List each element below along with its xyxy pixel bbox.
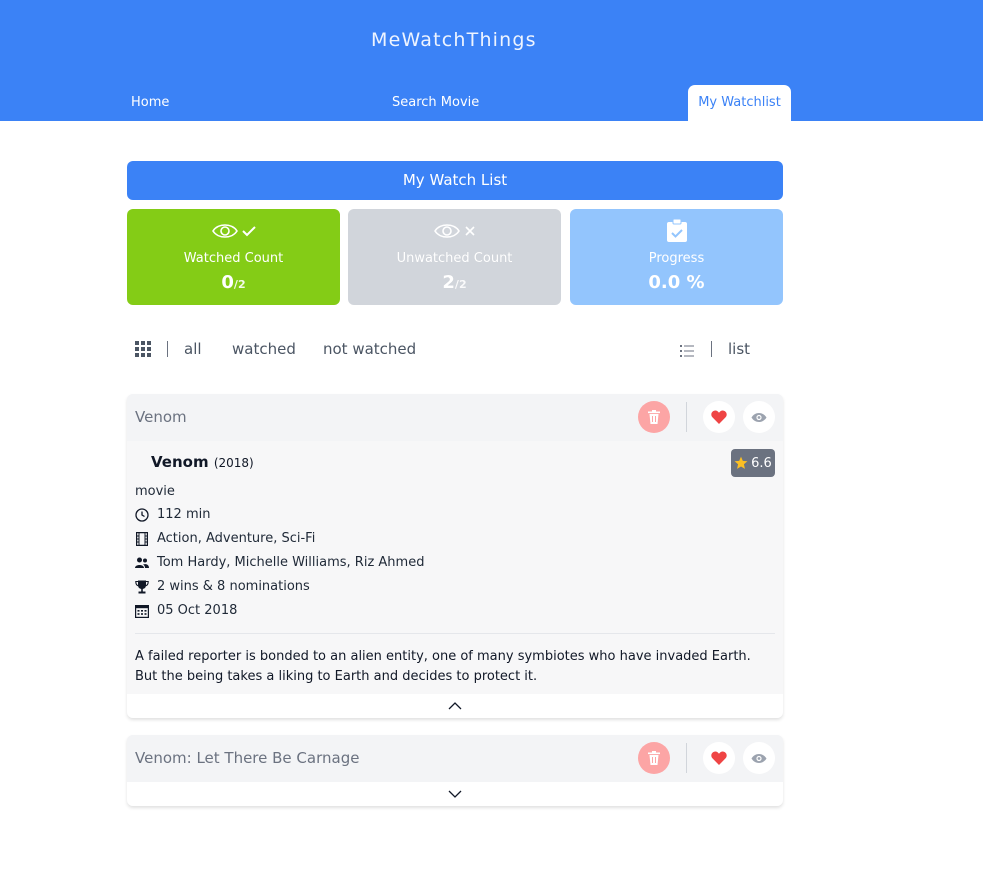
collapse-button[interactable] bbox=[127, 694, 783, 718]
details-divider bbox=[135, 633, 775, 634]
list-view-icon[interactable] bbox=[680, 343, 694, 361]
section-title: My Watch List bbox=[127, 161, 783, 200]
unwatched-count-value: 2/2 bbox=[348, 272, 561, 293]
runtime-text: 112 min bbox=[157, 507, 211, 522]
nav-tab-my-watchlist[interactable]: My Watchlist bbox=[688, 85, 791, 121]
trash-icon bbox=[648, 410, 660, 424]
movie-type: movie bbox=[135, 484, 175, 499]
runtime-row: 112 min bbox=[135, 507, 210, 522]
unwatched-count-card: Unwatched Count 2/2 bbox=[348, 209, 561, 305]
chevron-down-icon bbox=[448, 790, 462, 798]
progress-label: Progress bbox=[648, 251, 705, 266]
nav-tab-search-movie[interactable]: Search Movie bbox=[380, 85, 491, 121]
header-divider bbox=[686, 743, 687, 773]
movie-name-text: Venom bbox=[151, 453, 209, 471]
favorite-button[interactable] bbox=[703, 401, 735, 433]
chevron-up-icon bbox=[448, 702, 462, 710]
unwatched-count-label: Unwatched Count bbox=[396, 251, 513, 266]
movie-plot: A failed reporter is bonded to an alien … bbox=[135, 649, 751, 684]
trash-icon bbox=[648, 751, 660, 765]
movie-card: Venom: Let There Be Carnage bbox=[127, 735, 783, 806]
eye-icon bbox=[751, 412, 767, 422]
film-icon bbox=[135, 531, 149, 546]
awards-text: 2 wins & 8 nominations bbox=[157, 579, 310, 594]
movie-card: Venom Venom (2018) 6.6 movie 112 min Act… bbox=[127, 394, 783, 718]
release-text: 05 Oct 2018 bbox=[157, 603, 238, 618]
filter-all[interactable]: all bbox=[184, 340, 202, 358]
watched-count-label: Watched Count bbox=[183, 251, 284, 266]
app-title: MeWatchThings bbox=[371, 29, 537, 51]
app-header: MeWatchThings Home Search Movie My Watch… bbox=[0, 0, 983, 121]
delete-button[interactable] bbox=[638, 401, 670, 433]
watched-count-value: 0/2 bbox=[127, 272, 340, 293]
grid-icon[interactable] bbox=[135, 341, 151, 361]
movie-card-title: Venom: Let There Be Carnage bbox=[135, 749, 360, 767]
mark-watched-button[interactable] bbox=[743, 742, 775, 774]
genre-row: Action, Adventure, Sci-Fi bbox=[135, 531, 315, 546]
release-row: 05 Oct 2018 bbox=[135, 603, 237, 618]
progress-card: Progress 0.0 % bbox=[570, 209, 783, 305]
eye-x-icon bbox=[348, 220, 561, 242]
filter-not-watched[interactable]: not watched bbox=[323, 340, 416, 358]
filter-watched[interactable]: watched bbox=[232, 340, 296, 358]
star-icon bbox=[734, 456, 748, 469]
watched-count-card: Watched Count 0/2 bbox=[127, 209, 340, 305]
actors-text: Tom Hardy, Michelle Williams, Riz Ahmed bbox=[157, 555, 425, 570]
clock-icon bbox=[135, 507, 149, 522]
view-mode-list[interactable]: list bbox=[728, 340, 750, 358]
movie-card-header[interactable]: Venom: Let There Be Carnage bbox=[127, 735, 783, 782]
delete-button[interactable] bbox=[638, 742, 670, 774]
clipboard-check-icon bbox=[570, 219, 783, 242]
nav-tab-home[interactable]: Home bbox=[119, 85, 181, 121]
actors-row: Tom Hardy, Michelle Williams, Riz Ahmed bbox=[135, 555, 424, 570]
movie-card-title: Venom bbox=[135, 408, 187, 426]
movie-details: Venom (2018) 6.6 movie 112 min Action, A… bbox=[127, 441, 783, 694]
trophy-icon bbox=[135, 580, 149, 594]
movie-year: (2018) bbox=[213, 456, 254, 470]
genre-text: Action, Adventure, Sci-Fi bbox=[157, 531, 316, 546]
filter-bar: all watched not watched list bbox=[127, 334, 783, 364]
eye-icon bbox=[751, 753, 767, 763]
heart-icon bbox=[711, 410, 727, 424]
favorite-button[interactable] bbox=[703, 742, 735, 774]
heart-icon bbox=[711, 751, 727, 765]
movie-card-header[interactable]: Venom bbox=[127, 394, 783, 441]
calendar-icon bbox=[135, 604, 149, 618]
eye-check-icon bbox=[127, 220, 340, 242]
header-divider bbox=[686, 402, 687, 432]
unwatched-count-total: /2 bbox=[454, 278, 467, 291]
watched-count-total: /2 bbox=[233, 278, 246, 291]
people-icon bbox=[135, 556, 149, 570]
movie-name: Venom (2018) bbox=[151, 453, 254, 471]
mark-watched-button[interactable] bbox=[743, 401, 775, 433]
unwatched-count-number: 2 bbox=[442, 272, 455, 293]
expand-button[interactable] bbox=[127, 782, 783, 806]
watched-count-number: 0 bbox=[221, 272, 234, 293]
filter-divider bbox=[167, 341, 168, 357]
view-divider bbox=[711, 341, 712, 357]
rating-value: 6.6 bbox=[751, 455, 772, 471]
progress-value: 0.0 % bbox=[648, 272, 705, 293]
awards-row: 2 wins & 8 nominations bbox=[135, 579, 310, 594]
rating-badge: 6.6 bbox=[731, 449, 775, 477]
